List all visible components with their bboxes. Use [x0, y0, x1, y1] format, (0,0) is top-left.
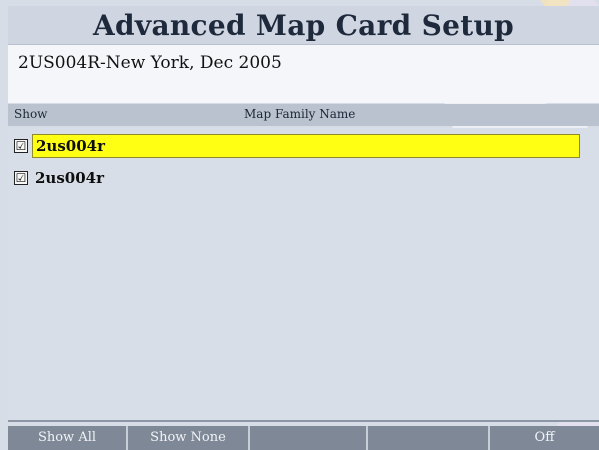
softkey-bar: Show All Show None Off	[8, 426, 599, 450]
title-bar: Advanced Map Card Setup	[8, 6, 599, 44]
map-family-name: 2us004r	[35, 169, 105, 187]
map-family-name-column-header: Map Family Name	[244, 107, 356, 121]
map-card-name: 2US004R-New York, Dec 2005	[18, 53, 282, 73]
map-card-setup-screen: Advanced Map Card Setup 2US004R-New York…	[0, 0, 599, 450]
checkbox[interactable]: ☑	[14, 139, 28, 153]
map-family-name: 2us004r	[32, 134, 580, 158]
list-item[interactable]: ☑ 2us004r	[8, 166, 593, 190]
checkbox[interactable]: ☑	[14, 171, 28, 185]
show-none-softkey[interactable]: Show None	[128, 426, 250, 450]
show-column-header: Show	[14, 107, 48, 121]
page-title: Advanced Map Card Setup	[92, 8, 515, 42]
map-family-list: ☑ 2us004r ☑ 2us004r	[8, 128, 599, 422]
map-card-name-field: 2US004R-New York, Dec 2005	[8, 44, 599, 103]
show-all-softkey[interactable]: Show All	[8, 426, 128, 450]
softkey-3[interactable]	[250, 426, 368, 450]
off-softkey[interactable]: Off	[490, 426, 599, 450]
softkey-4[interactable]	[368, 426, 490, 450]
list-item[interactable]: ☑ 2us004r	[8, 134, 593, 158]
column-header: Show Map Family Name	[8, 104, 599, 126]
